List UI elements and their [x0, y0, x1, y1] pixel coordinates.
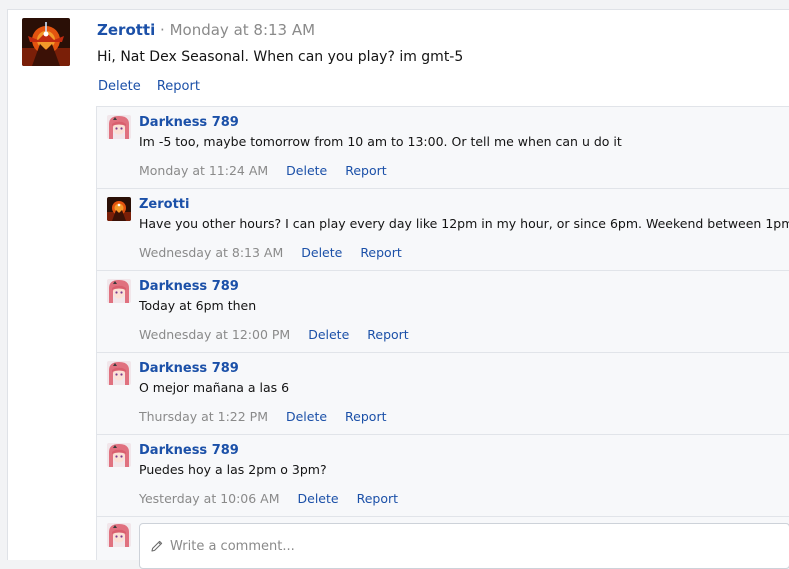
reply-field-container[interactable]	[139, 523, 789, 569]
comment-item: Darkness 789 Im -5 too, maybe tomorrow f…	[97, 107, 789, 189]
reply-composer	[97, 517, 789, 569]
comment-meta: Monday at 11:24 AM Delete Report	[139, 163, 401, 178]
comment-meta: Yesterday at 10:06 AM Delete Report	[139, 491, 412, 506]
comment-author-link[interactable]: Darkness 789	[139, 361, 789, 376]
comment-body: Darkness 789 Today at 6pm then	[139, 279, 789, 313]
reply-avatar	[107, 523, 131, 547]
comment-item: Zerotti Have you other hours? I can play…	[97, 189, 789, 271]
comment-meta: Wednesday at 12:00 PM Delete Report	[139, 327, 423, 342]
comment-delete-link[interactable]: Delete	[298, 491, 339, 506]
comment-author-link[interactable]: Darkness 789	[139, 443, 789, 458]
separator: ·	[160, 21, 165, 39]
comment-delete-link[interactable]: Delete	[308, 327, 349, 342]
comment-timestamp[interactable]: Wednesday at 12:00 PM	[139, 327, 290, 342]
comment-text: Today at 6pm then	[139, 298, 257, 313]
comment-delete-link[interactable]: Delete	[286, 163, 327, 178]
zerotti-avatar-icon	[107, 197, 131, 221]
post-timestamp[interactable]: Monday at 8:13 AM	[170, 21, 315, 39]
comment-report-link[interactable]: Report	[345, 409, 386, 424]
comment-body: Darkness 789 Im -5 too, maybe tomorrow f…	[139, 115, 789, 149]
comment-item: Darkness 789 Puedes hoy a las 2pm o 3pm?…	[97, 435, 789, 517]
comment-body: Darkness 789 O mejor mañana a las 6	[139, 361, 789, 395]
comment-item: Darkness 789 O mejor mañana a las 6 Thur…	[97, 353, 789, 435]
comment-text: O mejor mañana a las 6	[139, 380, 290, 395]
comment-avatar[interactable]	[107, 361, 131, 385]
comment-report-link[interactable]: Report	[360, 245, 401, 260]
comment-report-link[interactable]: Report	[345, 163, 386, 178]
zerotti-avatar[interactable]	[22, 18, 70, 66]
comment-report-link[interactable]: Report	[357, 491, 398, 506]
post-delete-link[interactable]: Delete	[98, 79, 141, 94]
comment-avatar[interactable]	[107, 443, 131, 467]
comment-author-link[interactable]: Darkness 789	[139, 115, 789, 130]
comment-avatar[interactable]	[107, 279, 131, 303]
post-report-link[interactable]: Report	[157, 79, 200, 94]
comment-timestamp[interactable]: Thursday at 1:22 PM	[139, 409, 268, 424]
comment-meta: Thursday at 1:22 PM Delete Report	[139, 409, 400, 424]
comment-thread: Darkness 789 Im -5 too, maybe tomorrow f…	[96, 106, 789, 569]
darkness-avatar-icon	[107, 115, 131, 139]
comment-timestamp[interactable]: Wednesday at 8:13 AM	[139, 245, 283, 260]
comment-meta: Wednesday at 8:13 AM Delete Report	[139, 245, 416, 260]
post-header: Zerotti · Monday at 8:13 AM	[97, 21, 315, 39]
zerotti-avatar-icon	[22, 18, 70, 66]
comment-avatar[interactable]	[107, 197, 131, 221]
pencil-icon	[151, 540, 163, 552]
write-comment-input[interactable]	[168, 524, 772, 568]
comment-timestamp[interactable]: Monday at 11:24 AM	[139, 163, 268, 178]
comment-delete-link[interactable]: Delete	[301, 245, 342, 260]
post-actions: Delete Report	[98, 79, 212, 94]
darkness-avatar-icon	[107, 443, 131, 467]
profile-post: Zerotti · Monday at 8:13 AM Hi, Nat Dex …	[7, 9, 789, 569]
comment-body: Darkness 789 Puedes hoy a las 2pm o 3pm?	[139, 443, 789, 477]
darkness-avatar-icon	[107, 523, 131, 547]
comment-text: Have you other hours? I can play every d…	[139, 216, 789, 231]
comment-author-link[interactable]: Darkness 789	[139, 279, 789, 294]
darkness-avatar-icon	[107, 361, 131, 385]
comment-text: Im -5 too, maybe tomorrow from 10 am to …	[139, 134, 622, 149]
darkness-avatar-icon	[107, 279, 131, 303]
comment-item: Darkness 789 Today at 6pm then Wednesday…	[97, 271, 789, 353]
comment-delete-link[interactable]: Delete	[286, 409, 327, 424]
comment-timestamp[interactable]: Yesterday at 10:06 AM	[139, 491, 280, 506]
comment-author-link[interactable]: Zerotti	[139, 197, 789, 212]
comment-report-link[interactable]: Report	[367, 327, 408, 342]
post-message: Hi, Nat Dex Seasonal. When can you play?…	[97, 49, 464, 65]
post-author-link[interactable]: Zerotti	[97, 21, 155, 39]
comment-text: Puedes hoy a las 2pm o 3pm?	[139, 462, 327, 477]
comment-body: Zerotti Have you other hours? I can play…	[139, 197, 789, 231]
comment-avatar[interactable]	[107, 115, 131, 139]
